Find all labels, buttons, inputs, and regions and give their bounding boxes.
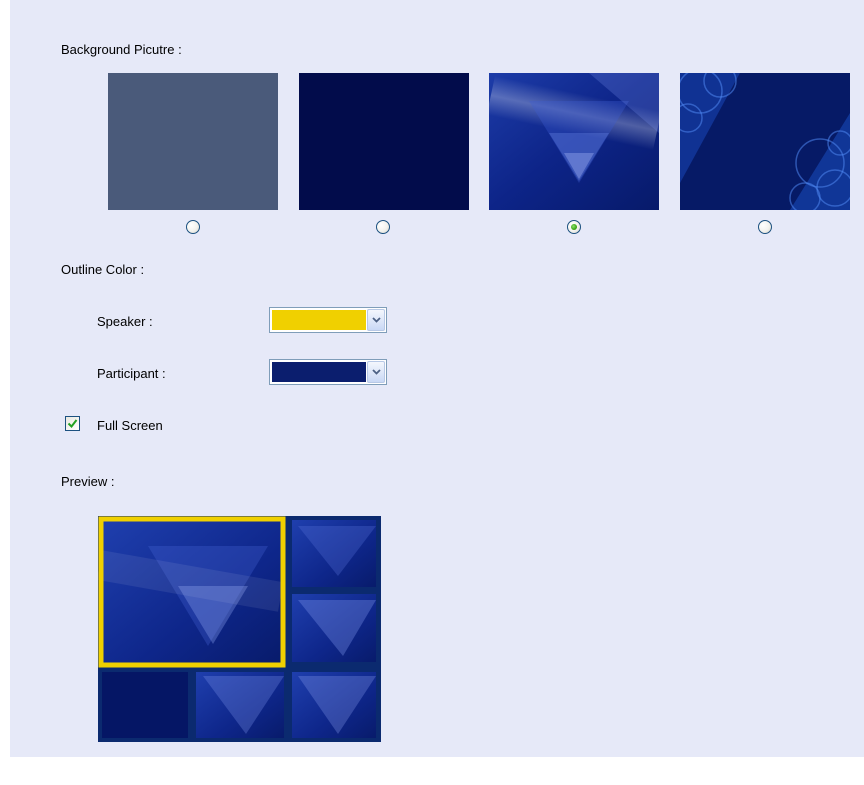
radio-selected-dot	[571, 224, 577, 230]
speaker-color-dropdown[interactable]	[269, 307, 387, 333]
background-radio-blue-circles[interactable]	[758, 220, 772, 234]
preview-label: Preview :	[61, 474, 115, 489]
chevron-down-icon[interactable]	[367, 361, 385, 383]
participant-color-swatch	[272, 362, 366, 382]
speaker-label: Speaker :	[97, 314, 153, 329]
checkmark-icon	[67, 419, 78, 429]
layout-preview	[98, 516, 381, 742]
background-radio-navy[interactable]	[376, 220, 390, 234]
background-thumbnail-blue-triangles[interactable]	[489, 73, 659, 210]
speaker-color-swatch	[272, 310, 366, 330]
background-picture-label: Background Picutre :	[61, 42, 182, 57]
background-thumbnail-slate[interactable]	[108, 73, 278, 210]
participant-label: Participant :	[97, 366, 166, 381]
chevron-down-icon[interactable]	[367, 309, 385, 331]
participant-color-dropdown[interactable]	[269, 359, 387, 385]
full-screen-checkbox[interactable]	[65, 416, 80, 431]
outline-color-label: Outline Color :	[61, 262, 145, 277]
background-thumbnail-navy[interactable]	[299, 73, 469, 210]
full-screen-label: Full Screen	[97, 418, 163, 433]
background-thumbnail-blue-circles[interactable]	[680, 73, 850, 210]
background-radio-blue-triangles[interactable]	[567, 220, 581, 234]
background-radio-slate[interactable]	[186, 220, 200, 234]
